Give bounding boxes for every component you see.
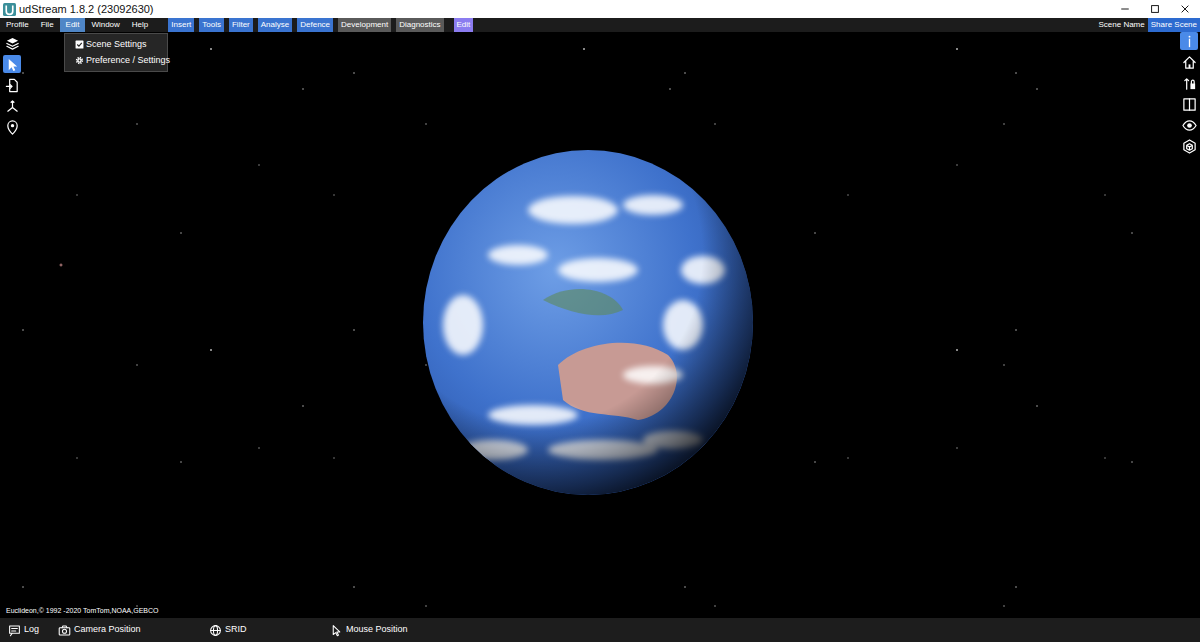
- toolbar-button[interactable]: [3, 76, 21, 94]
- title-bar: udStream 1.8.2 (23092630): [0, 0, 1200, 18]
- info-icon: [1182, 34, 1197, 49]
- menu-item[interactable]: Edit: [60, 18, 86, 32]
- home-icon: [1182, 55, 1197, 70]
- cursor-icon: [330, 624, 343, 637]
- status-item[interactable]: Log: [8, 618, 58, 642]
- export-document-icon: [5, 78, 20, 93]
- earth-globe[interactable]: [423, 150, 753, 495]
- dropdown-item-label: Scene Settings: [86, 38, 147, 52]
- status-item[interactable]: Camera Position: [58, 618, 209, 642]
- status-item[interactable]: Mouse Position: [330, 618, 408, 642]
- toolbar-button[interactable]: [3, 118, 21, 136]
- axes-gizmo-icon: [5, 99, 20, 114]
- maximize-icon: [1149, 3, 1161, 15]
- select-arrow-icon: [5, 57, 20, 72]
- toolbar-button[interactable]: [3, 97, 21, 115]
- dropdown-item[interactable]: Scene Settings: [65, 37, 167, 53]
- lock-height-icon: [1182, 76, 1197, 91]
- window-controls: [1110, 0, 1200, 18]
- scene-viewport[interactable]: Scene Settings Preference / Settings Eucl…: [0, 32, 1200, 618]
- scene-name[interactable]: Scene Name: [1095, 18, 1147, 32]
- ribbon-tab[interactable]: Analyse: [258, 18, 292, 32]
- window-title: udStream 1.8.2 (23092630): [19, 1, 154, 18]
- ribbon-tab[interactable]: Insert: [168, 18, 194, 32]
- globe-icon: [209, 624, 222, 637]
- menu-item[interactable]: File: [35, 18, 60, 32]
- ribbon-tab[interactable]: Development: [338, 18, 391, 32]
- close-icon: [1179, 3, 1191, 15]
- toolbar-button[interactable]: [3, 55, 21, 73]
- status-item[interactable]: SRID: [209, 618, 330, 642]
- status-label: SRID: [225, 623, 247, 637]
- menu-bar: ProfileFileEditWindowHelp InsertToolsFil…: [0, 18, 1200, 32]
- status-label: Camera Position: [74, 623, 141, 637]
- camera-icon: [58, 624, 71, 637]
- ribbon-tab[interactable]: Diagnostics: [396, 18, 443, 32]
- ribbon-tab[interactable]: Edit: [454, 18, 474, 32]
- menu-item[interactable]: Window: [85, 18, 125, 32]
- toolbar-button[interactable]: [1180, 53, 1198, 71]
- right-toolbar: [1180, 32, 1198, 155]
- eye-icon: [1182, 118, 1197, 133]
- minimize-button[interactable]: [1110, 0, 1140, 18]
- dropdown-item-label: Preference / Settings: [86, 54, 170, 68]
- log-icon: [8, 624, 21, 637]
- ribbon-tab[interactable]: Defence: [297, 18, 333, 32]
- status-label: Log: [24, 623, 39, 637]
- toolbar-button[interactable]: [1180, 32, 1198, 50]
- toolbar-button[interactable]: [1180, 137, 1198, 155]
- maximize-button[interactable]: [1140, 0, 1170, 18]
- status-label: Mouse Position: [346, 623, 408, 637]
- toolbar-button[interactable]: [1180, 74, 1198, 92]
- ribbon-tab[interactable]: Filter: [229, 18, 253, 32]
- edit-dropdown-menu: Scene Settings Preference / Settings: [64, 33, 168, 72]
- gear-icon: [75, 56, 84, 65]
- status-bar: Log Camera Position SRID Mouse Position: [0, 618, 1200, 642]
- toolbar-button[interactable]: [3, 34, 21, 52]
- close-button[interactable]: [1170, 0, 1200, 18]
- menu-item[interactable]: Profile: [0, 18, 35, 32]
- toolbar-button[interactable]: [1180, 95, 1198, 113]
- dropdown-item[interactable]: Preference / Settings: [65, 53, 167, 69]
- scene-settings-icon: [75, 40, 84, 49]
- cube-icon: [1182, 139, 1197, 154]
- main-menu: ProfileFileEditWindowHelp: [0, 18, 154, 32]
- ribbon-tab[interactable]: Tools: [199, 18, 224, 32]
- location-pin-icon: [5, 120, 20, 135]
- menu-item[interactable]: Help: [126, 18, 154, 32]
- share-scene-button[interactable]: Share Scene: [1148, 18, 1200, 32]
- app-logo-icon: [3, 3, 16, 16]
- ribbon-tabs: Insert Tools Filter Analyse Defence Developme…: [168, 18, 478, 32]
- scene-controls: Scene NameShare Scene: [1095, 18, 1200, 32]
- minimize-icon: [1119, 3, 1131, 15]
- map-attribution: Euclideon,© 1992 -2020 TomTom,NOAA,GEBCO: [6, 606, 159, 617]
- left-toolbar: [3, 34, 21, 136]
- split-view-icon: [1182, 97, 1197, 112]
- layers-icon: [5, 36, 20, 51]
- toolbar-button[interactable]: [1180, 116, 1198, 134]
